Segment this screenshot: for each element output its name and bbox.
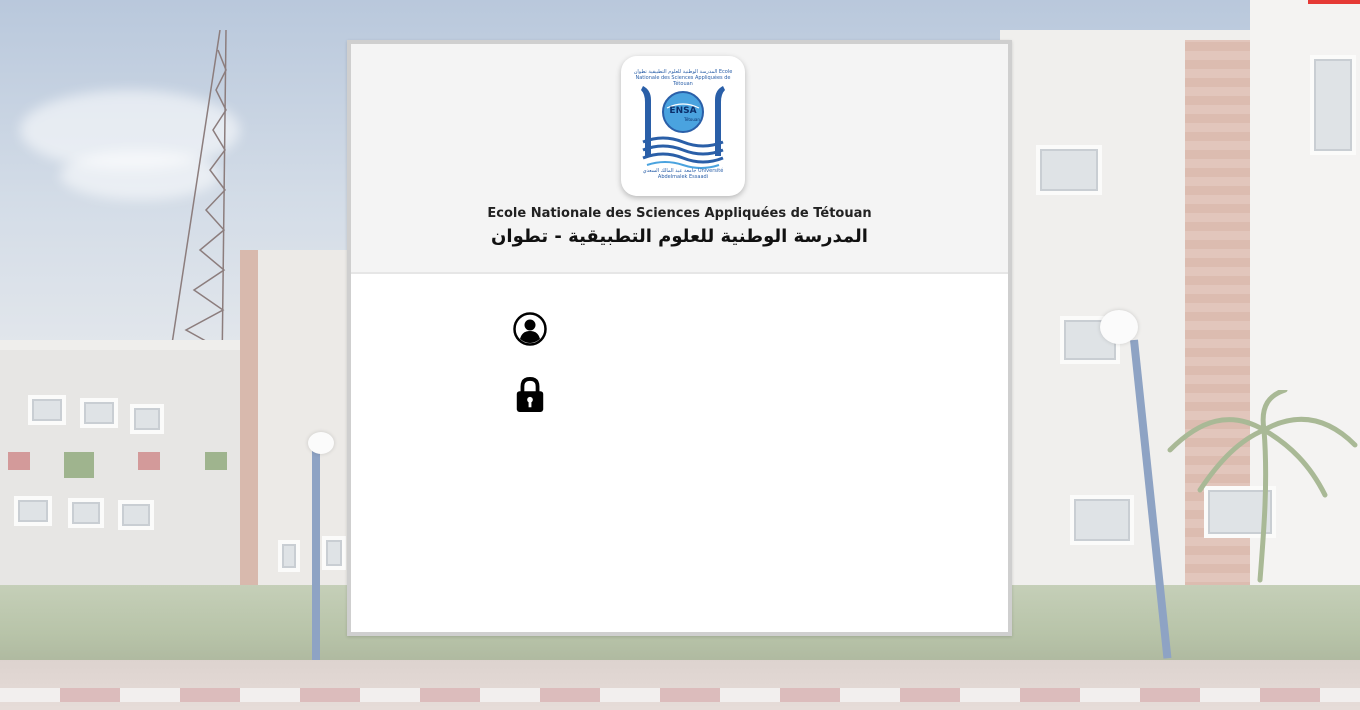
bunting-flag: [8, 452, 30, 470]
window: [1070, 495, 1134, 545]
window: [80, 398, 118, 428]
window: [28, 395, 66, 425]
antenna-tower: [167, 30, 227, 370]
pavement: [0, 660, 1360, 710]
logo-mark-subtext: Tétouan: [684, 117, 700, 122]
lamp-globe: [1100, 310, 1138, 344]
lamp-globe: [308, 432, 334, 454]
password-row: [511, 375, 871, 415]
lamp-post: [312, 450, 320, 660]
logo-mark-text: ENSA: [669, 106, 697, 116]
bunting-flag: [64, 452, 94, 478]
curb: [0, 688, 1360, 702]
window: [1036, 145, 1102, 195]
window: [322, 536, 346, 570]
logo-bottom-text: جامعة عبد المالك السعدي Université Abdel…: [642, 168, 724, 180]
window-close-corner: [1308, 0, 1360, 4]
user-circle-icon: [511, 310, 549, 348]
login-card: المدرسة الوطنية للعلوم التطبيقية تطوان E…: [347, 40, 1012, 636]
bunting-flag: [138, 452, 160, 470]
ensa-logo: المدرسة الوطنية للعلوم التطبيقية تطوان E…: [621, 56, 745, 196]
window: [14, 496, 52, 526]
window: [130, 404, 164, 434]
card-header: المدرسة الوطنية للعلوم التطبيقية تطوان E…: [351, 44, 1008, 274]
school-name-french: Ecole Nationale des Sciences Appliquées …: [487, 206, 872, 221]
window: [68, 498, 104, 528]
window: [1310, 55, 1356, 155]
center-left-building: [240, 250, 360, 630]
password-input[interactable]: [557, 378, 871, 412]
palm-tree: [1167, 390, 1358, 583]
username-input[interactable]: [557, 312, 871, 346]
window: [118, 500, 154, 530]
school-name-arabic: المدرسة الوطنية للعلوم التطبيقية - تطوان: [491, 226, 868, 247]
lock-icon: [511, 376, 549, 414]
window: [278, 540, 300, 572]
username-row: [511, 309, 871, 349]
bunting-flag: [205, 452, 227, 470]
